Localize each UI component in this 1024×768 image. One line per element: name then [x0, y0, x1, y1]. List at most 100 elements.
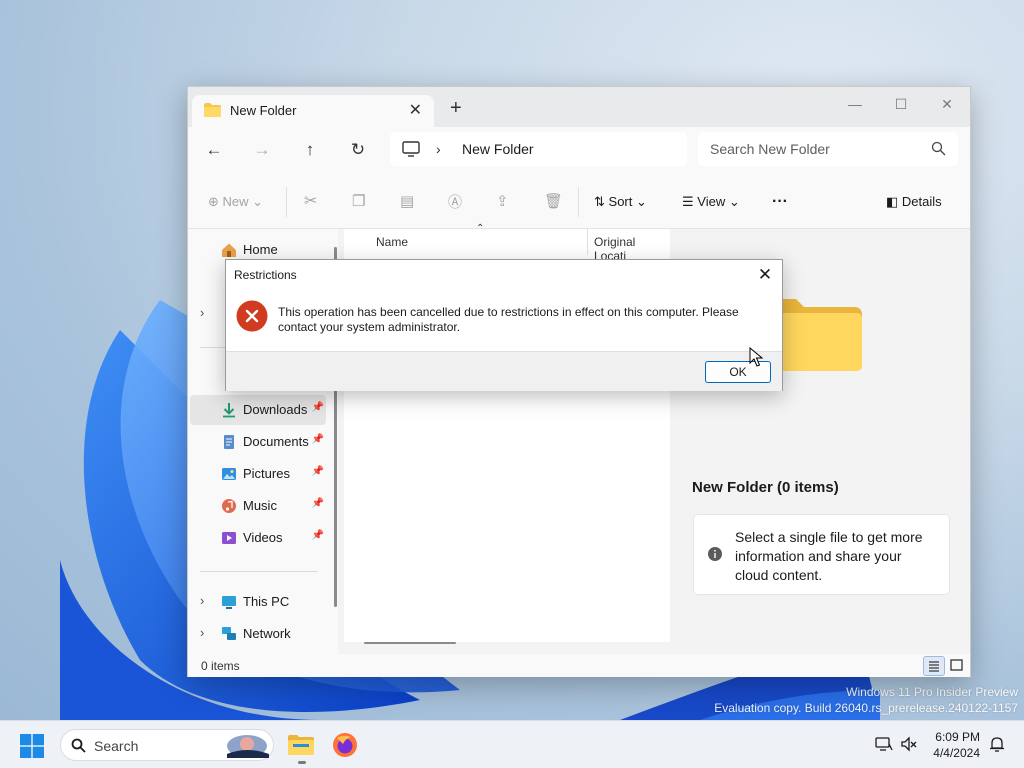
copy-icon[interactable]: ❐ — [352, 191, 365, 213]
chevron-down-icon: ⌄ — [636, 194, 647, 209]
home-icon — [222, 243, 236, 257]
search-highlight-icon — [227, 735, 269, 758]
address-bar[interactable]: › New Folder — [390, 132, 687, 166]
details-title: New Folder (0 items) — [692, 479, 839, 496]
title-bar: New Folder ✕ + — ☐ ✕ — [188, 87, 970, 127]
clock-time: 6:09 PM — [935, 730, 980, 744]
tab-close-icon[interactable]: ✕ — [409, 100, 422, 120]
chevron-down-icon: ⌄ — [728, 194, 740, 209]
up-arrow-icon[interactable]: ↑ — [296, 137, 324, 163]
download-icon — [223, 403, 235, 418]
firefox-icon[interactable] — [331, 731, 359, 759]
music-icon — [222, 499, 236, 513]
sidebar-item-downloads[interactable]: Downloads 📌 — [190, 395, 326, 425]
dialog-title-bar: Restrictions ✕ — [226, 260, 782, 290]
document-icon — [224, 435, 234, 449]
back-arrow-icon[interactable]: ← — [200, 137, 228, 163]
file-explorer-taskbar-icon[interactable] — [287, 731, 315, 759]
item-count: 0 items — [201, 659, 240, 673]
more-options-icon[interactable]: ··· — [772, 191, 788, 213]
search-icon — [931, 141, 946, 156]
chevron-right-icon: › — [436, 141, 441, 157]
view-label: View — [697, 194, 726, 209]
clock-date: 4/4/2024 — [933, 746, 980, 760]
sidebar-item-videos[interactable]: Videos 📌 — [190, 523, 326, 553]
network-status-icon[interactable] — [875, 735, 893, 753]
watermark-line-2: Evaluation copy. Build 26040.rs_prerelea… — [714, 701, 1018, 715]
forward-arrow-icon[interactable]: → — [248, 137, 276, 163]
maximize-icon[interactable]: ☐ — [878, 91, 924, 117]
pin-icon: 📌 — [311, 466, 324, 477]
new-label: New — [222, 194, 249, 209]
details-view-icon[interactable] — [923, 656, 945, 676]
computer-icon — [402, 141, 420, 157]
sidebar-item-label: This PC — [243, 594, 290, 609]
dialog-message: This operation has been cancelled due to… — [278, 305, 739, 334]
search-input[interactable]: Search New Folder — [710, 141, 830, 157]
sidebar-item-label: Network — [243, 626, 291, 641]
breadcrumb[interactable]: New Folder — [462, 141, 534, 157]
details-pane-icon: ◧ — [886, 194, 899, 209]
restrictions-dialog: Restrictions ✕ This operation has been c… — [225, 259, 783, 391]
horizontal-scrollbar[interactable] — [364, 642, 456, 644]
chevron-right-icon[interactable]: › — [200, 625, 204, 640]
paste-icon[interactable]: ▤ — [400, 191, 414, 213]
notification-bell-icon[interactable] — [988, 735, 1006, 753]
sidebar-item-label: Music — [243, 498, 277, 513]
search-icon — [71, 738, 86, 753]
sidebar-item-this-pc[interactable]: › This PC — [190, 587, 326, 617]
sidebar-item-label: Home — [243, 242, 278, 257]
sort-label: Sort — [608, 194, 633, 209]
dialog-close-icon[interactable]: ✕ — [754, 264, 776, 286]
details-button[interactable]: ◧ Details — [886, 191, 942, 213]
pin-icon: 📌 — [311, 434, 324, 445]
column-header-name[interactable]: Name — [376, 235, 408, 249]
search-box[interactable]: Search New Folder — [698, 132, 958, 166]
info-icon — [708, 547, 722, 561]
taskbar-search[interactable]: Search — [60, 729, 274, 761]
cut-icon[interactable]: ✂ — [304, 191, 317, 213]
sidebar-item-pictures[interactable]: Pictures 📌 — [190, 459, 326, 489]
refresh-icon[interactable]: ↻ — [344, 137, 372, 163]
minimize-icon[interactable]: — — [832, 91, 878, 117]
chevron-right-icon[interactable]: › — [200, 305, 204, 320]
new-button[interactable]: ⊕ New ⌄ — [208, 191, 263, 213]
chevron-right-icon[interactable]: › — [200, 593, 204, 608]
rename-icon[interactable]: Ⓐ — [448, 191, 462, 213]
volume-muted-icon[interactable] — [900, 735, 918, 753]
command-bar: ⊕ New ⌄ ✂ ❐ ▤ Ⓐ ⇪ 🗑 ⇅ Sort ⌄ ☰ View ⌄ ··… — [188, 173, 970, 229]
dialog-footer: OK — [226, 351, 782, 391]
sort-icon: ⇅ — [594, 194, 605, 209]
details-info-text: Select a single file to get more informa… — [735, 529, 923, 583]
tiles-view-icon[interactable] — [947, 656, 969, 676]
system-clock[interactable]: 6:09 PM 4/4/2024 — [928, 729, 980, 761]
windows-start-icon[interactable] — [20, 734, 44, 758]
delete-icon[interactable]: 🗑 — [544, 191, 563, 213]
details-label: Details — [901, 194, 942, 209]
videos-icon — [222, 532, 236, 544]
share-icon[interactable]: ⇪ — [496, 191, 509, 213]
view-icon: ☰ — [682, 194, 694, 209]
window-close-icon[interactable]: ✕ — [924, 91, 970, 117]
evaluation-watermark: Windows 11 Pro Insider Preview Evaluatio… — [714, 684, 1018, 716]
sidebar-item-network[interactable]: › Network — [190, 619, 326, 649]
pin-icon: 📌 — [311, 530, 324, 541]
column-divider — [587, 229, 588, 255]
sidebar-item-label: Pictures — [243, 466, 290, 481]
taskbar: Search 6:09 PM 4/4/2024 — [0, 720, 1024, 768]
view-button[interactable]: ☰ View ⌄ — [682, 191, 740, 213]
dialog-body: This operation has been cancelled due to… — [226, 290, 782, 350]
sort-button[interactable]: ⇅ Sort ⌄ — [594, 191, 647, 213]
sidebar-item-label: Downloads — [243, 402, 308, 417]
pictures-icon — [222, 468, 236, 480]
taskbar-search-label: Search — [94, 738, 139, 754]
active-app-indicator — [298, 761, 306, 764]
sidebar-item-music[interactable]: Music 📌 — [190, 491, 326, 521]
folder-icon — [204, 103, 221, 117]
chevron-down-icon: ⌄ — [252, 194, 264, 209]
sidebar-item-documents[interactable]: Documents 📌 — [190, 427, 326, 457]
tab-new-folder[interactable]: New Folder ✕ — [192, 95, 434, 127]
details-info-card: Select a single file to get more informa… — [693, 514, 950, 595]
pin-icon: 📌 — [311, 402, 324, 413]
new-tab-icon[interactable]: + — [450, 97, 462, 120]
